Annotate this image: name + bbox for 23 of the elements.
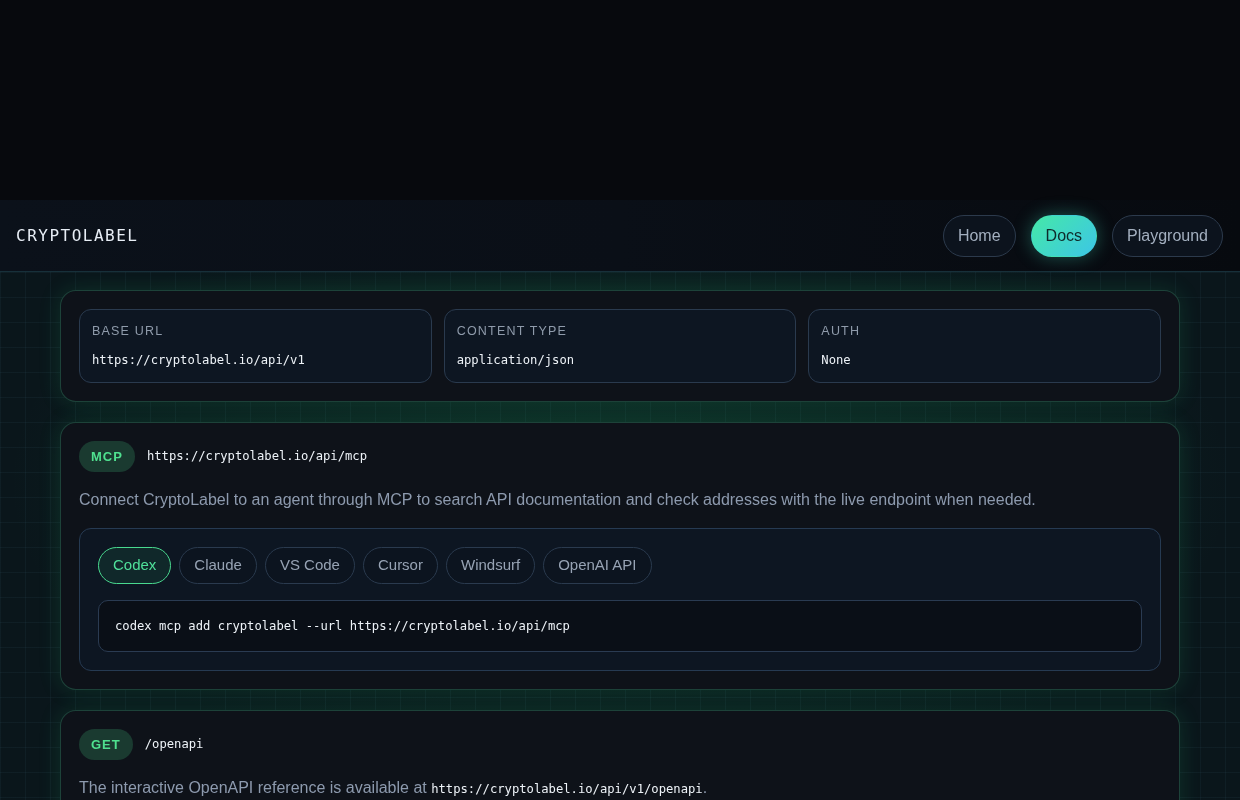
info-value: https://cryptolabel.io/api/v1 [92,352,306,368]
nav-link[interactable]: Docs [1030,214,1098,257]
command-block: codex mcp add cryptolabel --url https://cryptolabel.io/api/mcp [98,600,1142,652]
endpoint-path: https://cryptolabel.io/api/mcp [146,448,367,466]
method-badge: MCP [79,441,135,472]
endpoint-description: Connect CryptoLabel to an agent through MCP to search API documentation and check addresses with the live endpoint when needed. [79,490,1037,510]
brand-name: CRYPTOLABEL [16,224,139,247]
nav-link[interactable]: Playground [1112,214,1223,257]
info-label: AUTH [821,323,862,339]
client-tab[interactable]: VS Code [264,547,355,584]
endpoint-description: The interactive OpenAPI reference is available at https://cryptolabel.io/api/v1/openapi. [79,778,709,798]
info-value: application/json [456,352,576,368]
info-label: BASE URL [92,323,165,339]
client-tab[interactable]: Codex [98,547,172,584]
method-badge: GET [79,729,133,760]
client-tab[interactable]: OpenAI API [543,547,652,584]
info-value: None [821,352,852,368]
client-tab[interactable]: Claude [179,547,257,584]
nav-link[interactable]: Home [942,214,1016,257]
client-tab[interactable]: Cursor [362,547,438,584]
client-tab[interactable]: Windsurf [445,547,536,584]
endpoint-path: /openapi [144,736,204,754]
info-label: CONTENT TYPE [456,323,569,339]
